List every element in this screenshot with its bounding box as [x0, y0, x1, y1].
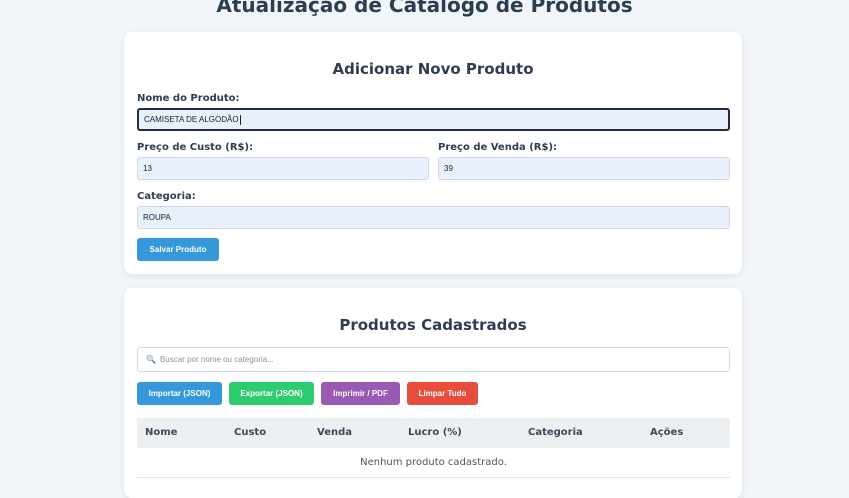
sale-price-value: 39 [444, 164, 453, 173]
search-input[interactable]: 🔍 Buscar por nome ou categoria... [137, 347, 730, 372]
empty-table-message: Nenhum produto cadastrado. [137, 448, 730, 478]
cost-price-value: 13 [143, 164, 152, 173]
product-name-value: CAMISETA DE ALGODÃO [144, 115, 239, 124]
column-header-name: Nome [145, 427, 178, 438]
product-list-title: Produtos Cadastrados [339, 316, 527, 334]
column-header-cost: Custo [234, 427, 267, 438]
product-name-label: Nome do Produto: [137, 93, 240, 104]
category-input[interactable]: ROUPA [137, 206, 730, 229]
add-product-card: Adicionar Novo Produto Nome do Produto: … [124, 32, 742, 274]
category-label: Categoria: [137, 191, 196, 202]
column-header-sale: Venda [317, 427, 352, 438]
search-icon: 🔍 [146, 355, 156, 364]
page-title: Atualização de Catálogo de Produtos [216, 0, 633, 17]
sale-price-input[interactable]: 39 [438, 157, 730, 180]
column-header-category: Categoria [528, 427, 583, 438]
print-pdf-button[interactable]: Imprimir / PDF [321, 382, 400, 405]
column-header-actions: Ações [650, 427, 684, 438]
clear-all-button[interactable]: Limpar Tudo [407, 382, 478, 405]
sale-price-label: Preço de Venda (R$): [438, 142, 558, 153]
save-product-button[interactable]: Salvar Produto [137, 238, 219, 261]
add-product-title: Adicionar Novo Produto [332, 60, 534, 78]
search-placeholder: Buscar por nome ou categoria... [159, 355, 274, 364]
cost-price-input[interactable]: 13 [137, 157, 429, 180]
product-name-input[interactable]: CAMISETA DE ALGODÃO [137, 108, 730, 131]
cost-price-label: Preço de Custo (R$): [137, 142, 254, 153]
table-header: Nome Custo Venda Lucro (%) Categoria Açõ… [137, 418, 730, 448]
column-header-profit: Lucro (%) [408, 427, 462, 438]
import-json-button[interactable]: Importar (JSON) [137, 382, 222, 405]
export-json-button[interactable]: Exportar (JSON) [229, 382, 314, 405]
category-value: ROUPA [143, 213, 171, 222]
product-list-card: Produtos Cadastrados 🔍 Buscar por nome o… [124, 288, 742, 498]
text-caret [239, 114, 241, 125]
